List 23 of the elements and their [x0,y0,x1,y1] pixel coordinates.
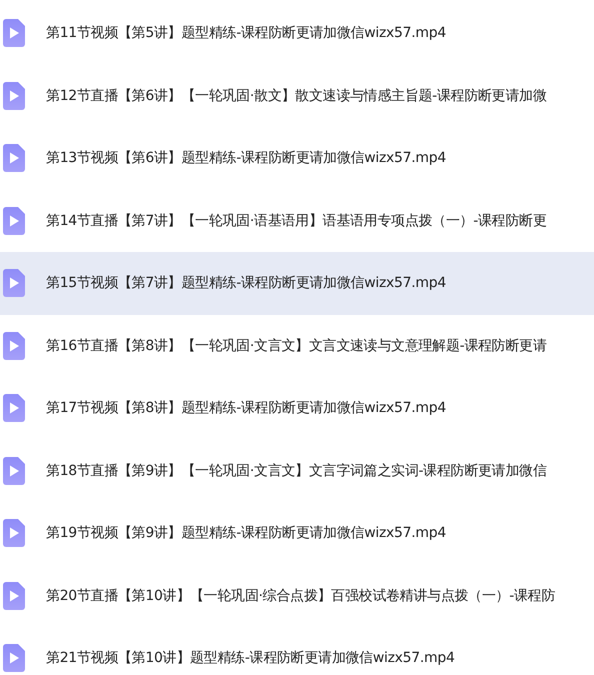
video-file-icon [3,332,25,360]
file-name: 第19节视频【第9讲】题型精练-课程防断更请加微信wizx57.mp4 [46,524,446,542]
file-name: 第15节视频【第7讲】题型精练-课程防断更请加微信wizx57.mp4 [46,274,446,292]
file-row[interactable]: 第15节视频【第7讲】题型精练-课程防断更请加微信wizx57.mp4 [0,252,594,314]
file-name: 第21节视频【第10讲】题型精练-课程防断更请加微信wizx57.mp4 [46,649,455,668]
video-file-icon [3,644,25,672]
video-file-icon [3,394,25,422]
file-name: 第14节直播【第7讲】【一轮巩固·语基语用】语基语用专项点拨（一）-课程防断更 [46,212,547,230]
file-name: 第17节视频【第8讲】题型精练-课程防断更请加微信wizx57.mp4 [46,399,446,418]
video-file-icon [3,19,25,48]
file-name: 第16节直播【第8讲】【一轮巩固·文言文】文言文速读与文意理解题-课程防断更请 [46,336,547,355]
file-name: 第11节视频【第5讲】题型精练-课程防断更请加微信wizx57.mp4 [46,24,446,42]
file-name: 第20节直播【第10讲】【一轮巩固·综合点拨】百强校试卷精讲与点拨（一）-课程防 [46,586,556,605]
video-file-icon [3,582,25,610]
video-file-icon [3,206,25,235]
video-file-icon [3,456,25,485]
video-file-icon [3,519,25,548]
video-file-icon [3,144,25,172]
video-file-icon [3,82,25,110]
video-file-icon [3,269,25,298]
file-name: 第12节直播【第6讲】【一轮巩固·散文】散文速读与情感主旨题-课程防断更请加微 [46,86,547,105]
file-name: 第13节视频【第6讲】题型精练-课程防断更请加微信wizx57.mp4 [46,149,446,168]
file-name: 第18节直播【第9讲】【一轮巩固·文言文】文言字词篇之实词-课程防断更请加微信 [46,462,547,480]
